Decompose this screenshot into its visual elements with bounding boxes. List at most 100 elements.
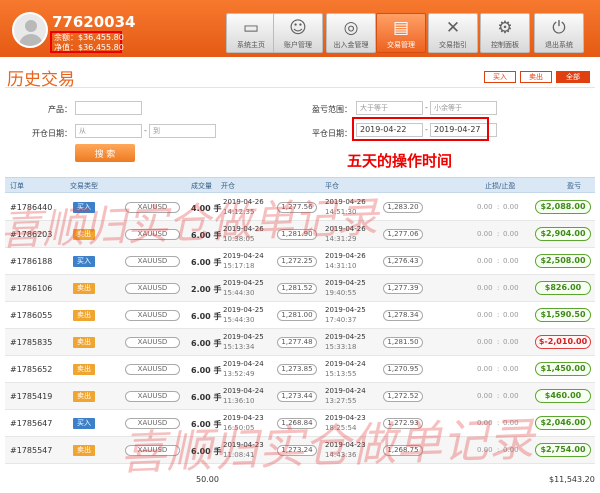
order-id: #1786440 (10, 203, 53, 212)
open-price-pill: 1,281.52 (277, 283, 317, 294)
trade-type-badge: 买入 (73, 202, 95, 213)
open-time: 15:13:34 (223, 343, 255, 351)
table-row: #1786203 卖出 XAUUSD 6.00 手 2019-04-26 10:38:05… (5, 221, 595, 248)
filter-tab-sell[interactable]: 卖出 (520, 71, 552, 83)
table-row: #1785547 卖出 XAUUSD 6.00 手 2019-04-23 11:08:41… (5, 437, 595, 464)
table-row: #1785652 卖出 XAUUSD 6.00 手 2019-04-24 13:52:49… (5, 356, 595, 383)
trade-type-badge: 卖出 (73, 283, 95, 294)
col-profit: 盈亏 (567, 182, 581, 190)
sltp-separator: : (497, 284, 500, 292)
col-type: 交易类型 (70, 182, 98, 190)
order-id: #1785647 (10, 419, 53, 428)
nav-home-button[interactable]: ▭ 系统主页 (226, 13, 276, 53)
top-header: 77620034 余额：$36,455.80 净值：$36,455.80 ▭ 系… (0, 0, 600, 57)
close-time: 15:13:55 (325, 370, 357, 378)
symbol-pill: XAUUSD (125, 310, 180, 321)
filter-tab-buy[interactable]: 买入 (484, 71, 516, 83)
open-date-label: 开仓日期： (32, 129, 72, 138)
open-date: 2019-04-25 (223, 306, 264, 314)
profit-min-input[interactable]: 大于等于 (356, 101, 423, 115)
stop-loss: 0.00 (477, 419, 493, 427)
sltp-separator: : (497, 392, 500, 400)
open-date-from-input[interactable]: 从 (75, 124, 142, 138)
lots-value: 6.00 手 (191, 258, 222, 267)
open-price-pill: 1,281.00 (277, 310, 317, 321)
open-price-pill: 1,268.84 (277, 418, 317, 429)
nav-logout-button[interactable]: ⏻ 退出系统 (534, 13, 584, 53)
take-profit: 0.00 (503, 203, 519, 211)
trade-type-badge: 卖出 (73, 445, 95, 456)
dash: - (144, 126, 147, 135)
open-date: 2019-04-24 (223, 360, 264, 368)
total-lots: 50.00 (196, 475, 219, 484)
profit-pill: $2,088.00 (535, 200, 591, 214)
trade-type-badge: 买入 (73, 418, 95, 429)
tools-icon: ✕ (445, 18, 461, 38)
trade-type-badge: 卖出 (73, 391, 95, 402)
product-label: 产品： (48, 105, 72, 114)
total-profit: $11,543.20 (549, 475, 595, 484)
nav-account-button[interactable]: ☺ 账户管理 (273, 13, 323, 53)
open-date: 2019-04-25 (223, 279, 264, 287)
open-time: 13:52:49 (223, 370, 255, 378)
product-input[interactable] (75, 101, 142, 115)
close-date: 2019-04-24 (325, 387, 366, 395)
take-profit: 0.00 (503, 365, 519, 373)
profit-pill: $826.00 (535, 281, 591, 295)
order-id: #1785652 (10, 365, 53, 374)
close-time: 18:25:54 (325, 424, 357, 432)
nav-funds-button[interactable]: ◎ 出入金管理 (326, 13, 376, 53)
filter-tab-all[interactable]: 全部 (556, 71, 590, 83)
lots-value: 2.00 手 (191, 285, 222, 294)
take-profit: 0.00 (503, 257, 519, 265)
profit-pill: $2,904.00 (535, 227, 591, 241)
trade-type-badge: 买入 (73, 256, 95, 267)
col-order: 订单 (10, 182, 24, 190)
table-row: #1785835 卖出 XAUUSD 6.00 手 2019-04-25 15:13:34… (5, 329, 595, 356)
search-button[interactable]: 搜 索 (75, 144, 135, 162)
sltp-separator: : (497, 203, 500, 211)
profit-max-input[interactable]: 小余等于 (430, 101, 497, 115)
avatar[interactable] (12, 12, 48, 48)
symbol-pill: XAUUSD (125, 229, 180, 240)
nav-control-button[interactable]: ⚙ 控制面板 (480, 13, 530, 53)
stop-loss: 0.00 (477, 230, 493, 238)
nav-guide-button[interactable]: ✕ 交易指引 (428, 13, 478, 53)
close-time: 19:40:55 (325, 289, 357, 297)
col-sltp: 止损/止盈 (485, 182, 516, 190)
trade-type-badge: 卖出 (73, 229, 95, 240)
monitor-icon: ▭ (242, 18, 260, 38)
take-profit: 0.00 (503, 446, 519, 454)
lots-value: 4.00 手 (191, 204, 222, 213)
stop-loss: 0.00 (477, 446, 493, 454)
order-id: #1786203 (10, 230, 53, 239)
symbol-pill: XAUUSD (125, 256, 180, 267)
close-date: 2019-04-25 (325, 333, 366, 341)
open-date: 2019-04-23 (223, 441, 264, 449)
close-date: 2019-04-26 (325, 252, 366, 260)
open-date-to-input[interactable]: 到 (149, 124, 216, 138)
nav-trade-button[interactable]: ▤ 交易管理 (376, 13, 426, 53)
col-close: 平仓 (325, 182, 339, 190)
close-price-pill: 1,276.43 (383, 256, 423, 267)
take-profit: 0.00 (503, 392, 519, 400)
lots-value: 6.00 手 (191, 393, 222, 402)
chart-icon: ▤ (392, 18, 410, 38)
close-date: 2019-04-24 (325, 360, 366, 368)
lots-value: 6.00 手 (191, 339, 222, 348)
open-time: 11:08:41 (223, 451, 255, 459)
take-profit: 0.00 (503, 230, 519, 238)
open-time: 14:12:35 (223, 208, 255, 216)
lots-value: 6.00 手 (191, 312, 222, 321)
open-price-pill: 1,272.25 (277, 256, 317, 267)
sltp-separator: : (497, 446, 500, 454)
symbol-pill: XAUUSD (125, 364, 180, 375)
close-date-label: 平仓日期： (312, 129, 352, 138)
open-price-pill: 1,277.48 (277, 337, 317, 348)
lots-value: 6.00 手 (191, 447, 222, 456)
close-date: 2019-04-25 (325, 279, 366, 287)
symbol-pill: XAUUSD (125, 337, 180, 348)
open-time: 11:36:10 (223, 397, 255, 405)
order-id: #1785419 (10, 392, 53, 401)
table-row: #1786188 买入 XAUUSD 6.00 手 2019-04-24 15:17:18… (5, 248, 595, 275)
